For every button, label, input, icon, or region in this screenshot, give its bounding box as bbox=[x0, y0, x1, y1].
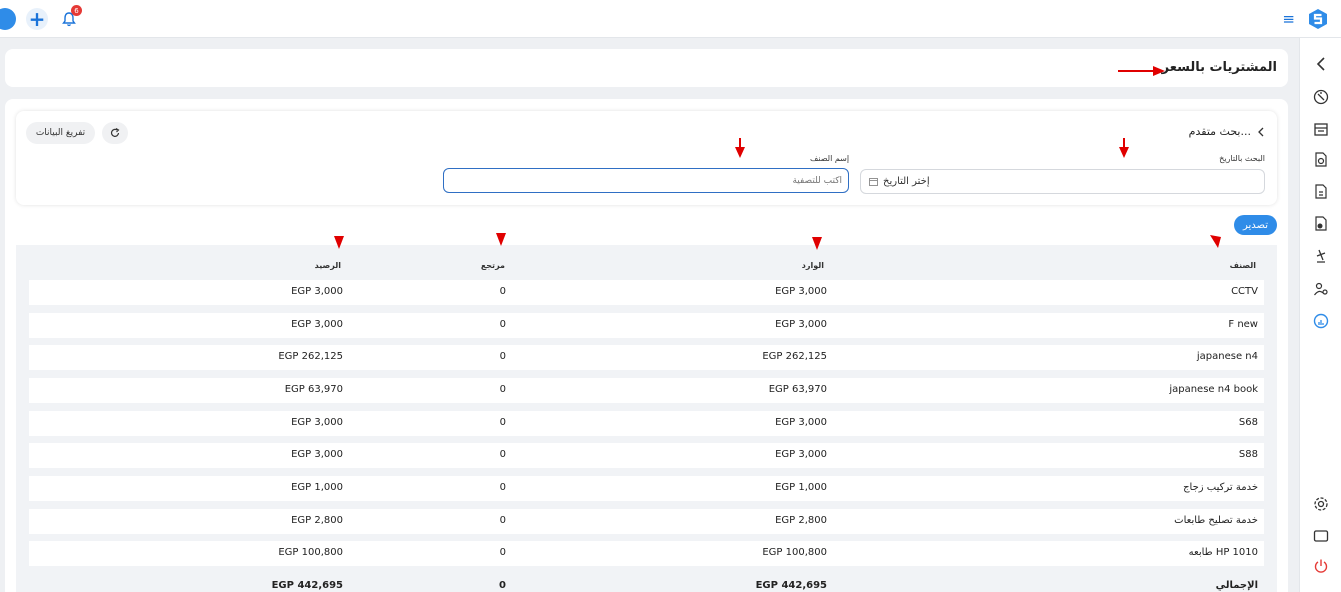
table-row: خدمة تركيب زجاج EGP 1,000 0 EGP 1,000 bbox=[29, 476, 1264, 501]
date-search-label: البحث بالتاريخ bbox=[1219, 154, 1265, 163]
cell-balance: EGP 63,970 bbox=[284, 384, 343, 395]
settings-gear-icon[interactable] bbox=[1312, 495, 1330, 513]
sidebar bbox=[1299, 38, 1341, 592]
cell-item: CCTV bbox=[1231, 286, 1258, 297]
annotation-arrow-down bbox=[1119, 138, 1129, 158]
search-panel: تفريغ البيانات بحث متقدم... البحث بالتار… bbox=[16, 111, 1277, 205]
header-incoming: الوارد bbox=[801, 261, 824, 270]
add-icon[interactable]: + bbox=[26, 8, 48, 30]
fullscreen-icon[interactable] bbox=[1312, 527, 1330, 545]
table-row: japanese n4 EGP 262,125 0 EGP 262,125 bbox=[29, 345, 1264, 370]
top-bar-actions: + 6 bbox=[0, 5, 82, 30]
cell-returned: 0 bbox=[499, 482, 506, 493]
table-row: CCTV EGP 3,000 0 EGP 3,000 bbox=[29, 280, 1264, 305]
refresh-icon bbox=[110, 128, 120, 137]
cell-incoming: EGP 3,000 bbox=[775, 449, 827, 460]
cell-returned: 0 bbox=[499, 319, 506, 330]
page-header-card: المشتريات بالسعر bbox=[5, 49, 1288, 87]
clipboard-icon[interactable] bbox=[1312, 247, 1330, 265]
total-balance: EGP 442,695 bbox=[271, 580, 343, 591]
cell-item: طابعه HP 1010 bbox=[1188, 547, 1258, 558]
cell-item: F new bbox=[1228, 319, 1258, 330]
total-returned: 0 bbox=[499, 580, 506, 591]
table-row: japanese n4 book EGP 63,970 0 EGP 63,970 bbox=[29, 378, 1264, 403]
annotation-arrow-down bbox=[812, 237, 822, 250]
item-name-label: إسم الصنف bbox=[810, 154, 850, 163]
date-picker-field[interactable]: إختر التاريخ bbox=[860, 169, 1265, 194]
cell-incoming: EGP 2,800 bbox=[775, 515, 827, 526]
annotation-arrow-down bbox=[334, 236, 344, 249]
chevron-left-icon bbox=[1258, 127, 1264, 136]
advanced-search-toggle[interactable]: بحث متقدم... bbox=[1189, 125, 1264, 138]
calendar-icon bbox=[869, 178, 878, 186]
cell-incoming: EGP 3,000 bbox=[775, 417, 827, 428]
menu-icon[interactable]: ≡ bbox=[1282, 10, 1295, 28]
cell-incoming: EGP 3,000 bbox=[775, 319, 827, 330]
item-filter-input[interactable] bbox=[443, 168, 849, 193]
document-search-icon[interactable] bbox=[1312, 151, 1330, 169]
table-total-row: الإجمالي EGP 442,695 0 EGP 442,695 bbox=[29, 574, 1264, 592]
invoice-icon[interactable] bbox=[1312, 183, 1330, 201]
cell-balance: EGP 3,000 bbox=[291, 417, 343, 428]
report-file-icon[interactable] bbox=[1312, 215, 1330, 233]
cell-balance: EGP 2,800 bbox=[291, 515, 343, 526]
cell-balance: EGP 262,125 bbox=[278, 351, 343, 362]
app-logo bbox=[1309, 9, 1327, 29]
cell-item: خدمة تركيب زجاج bbox=[1183, 482, 1258, 493]
annotation-arrow-down bbox=[496, 233, 506, 246]
reports-chart-icon[interactable] bbox=[1312, 312, 1330, 330]
cell-item: خدمة تصليح طابعات bbox=[1174, 515, 1258, 526]
dashboard-gauge-icon[interactable] bbox=[1312, 88, 1330, 106]
cell-incoming: EGP 1,000 bbox=[775, 482, 827, 493]
cell-item: S88 bbox=[1238, 449, 1258, 460]
total-incoming: EGP 442,695 bbox=[755, 580, 827, 591]
cell-returned: 0 bbox=[499, 515, 506, 526]
collapse-chevron-icon[interactable] bbox=[1312, 55, 1330, 73]
table-row: F new EGP 3,000 0 EGP 3,000 bbox=[29, 313, 1264, 338]
cell-balance: EGP 1,000 bbox=[291, 482, 343, 493]
cell-balance: EGP 3,000 bbox=[291, 286, 343, 297]
cell-returned: 0 bbox=[499, 351, 506, 362]
annotation-arrow-down bbox=[735, 138, 745, 158]
notifications-bell-icon[interactable]: 6 bbox=[58, 5, 82, 30]
top-bar-brand: ≡ bbox=[1282, 8, 1329, 30]
page-title: المشتريات بالسعر bbox=[1161, 60, 1277, 75]
header-returned: مرتجع bbox=[480, 261, 505, 270]
cell-balance: EGP 3,000 bbox=[291, 319, 343, 330]
total-label: الإجمالي bbox=[1215, 580, 1258, 591]
cell-item: japanese n4 bbox=[1196, 351, 1258, 362]
notification-count-badge: 6 bbox=[71, 5, 82, 16]
table-row: خدمة تصليح طابعات EGP 2,800 0 EGP 2,800 bbox=[29, 509, 1264, 534]
cell-returned: 0 bbox=[499, 547, 506, 558]
cell-returned: 0 bbox=[499, 286, 506, 297]
refresh-button[interactable] bbox=[102, 122, 128, 144]
header-balance: الرصيد bbox=[314, 261, 341, 270]
table-row: S68 EGP 3,000 0 EGP 3,000 bbox=[29, 411, 1264, 436]
user-avatar[interactable] bbox=[0, 8, 16, 30]
cell-incoming: EGP 63,970 bbox=[768, 384, 827, 395]
advanced-search-label: بحث متقدم... bbox=[1188, 125, 1251, 138]
header-item: الصنف bbox=[1229, 261, 1256, 270]
table-row: S88 EGP 3,000 0 EGP 3,000 bbox=[29, 443, 1264, 468]
cell-returned: 0 bbox=[499, 417, 506, 428]
export-button[interactable]: تصدير bbox=[1234, 215, 1277, 235]
cell-item: japanese n4 book bbox=[1169, 384, 1258, 395]
cell-incoming: EGP 262,125 bbox=[762, 351, 827, 362]
annotation-arrow-down bbox=[1210, 235, 1221, 248]
cell-incoming: EGP 3,000 bbox=[775, 286, 827, 297]
table-row: طابعه HP 1010 EGP 100,800 0 EGP 100,800 bbox=[29, 541, 1264, 566]
cell-item: S68 bbox=[1238, 417, 1258, 428]
users-settings-icon[interactable] bbox=[1312, 280, 1330, 298]
annotation-arrow-right bbox=[1118, 66, 1165, 76]
cell-returned: 0 bbox=[499, 384, 506, 395]
cell-balance: EGP 3,000 bbox=[291, 449, 343, 460]
reset-data-button[interactable]: تفريغ البيانات bbox=[26, 122, 95, 144]
cell-incoming: EGP 100,800 bbox=[762, 547, 827, 558]
top-bar: + 6 ≡ bbox=[0, 0, 1341, 38]
logout-power-icon[interactable] bbox=[1312, 557, 1330, 575]
cell-returned: 0 bbox=[499, 449, 506, 460]
cell-balance: EGP 100,800 bbox=[278, 547, 343, 558]
date-picker-placeholder: إختر التاريخ bbox=[883, 176, 930, 187]
inventory-icon[interactable] bbox=[1312, 121, 1330, 139]
